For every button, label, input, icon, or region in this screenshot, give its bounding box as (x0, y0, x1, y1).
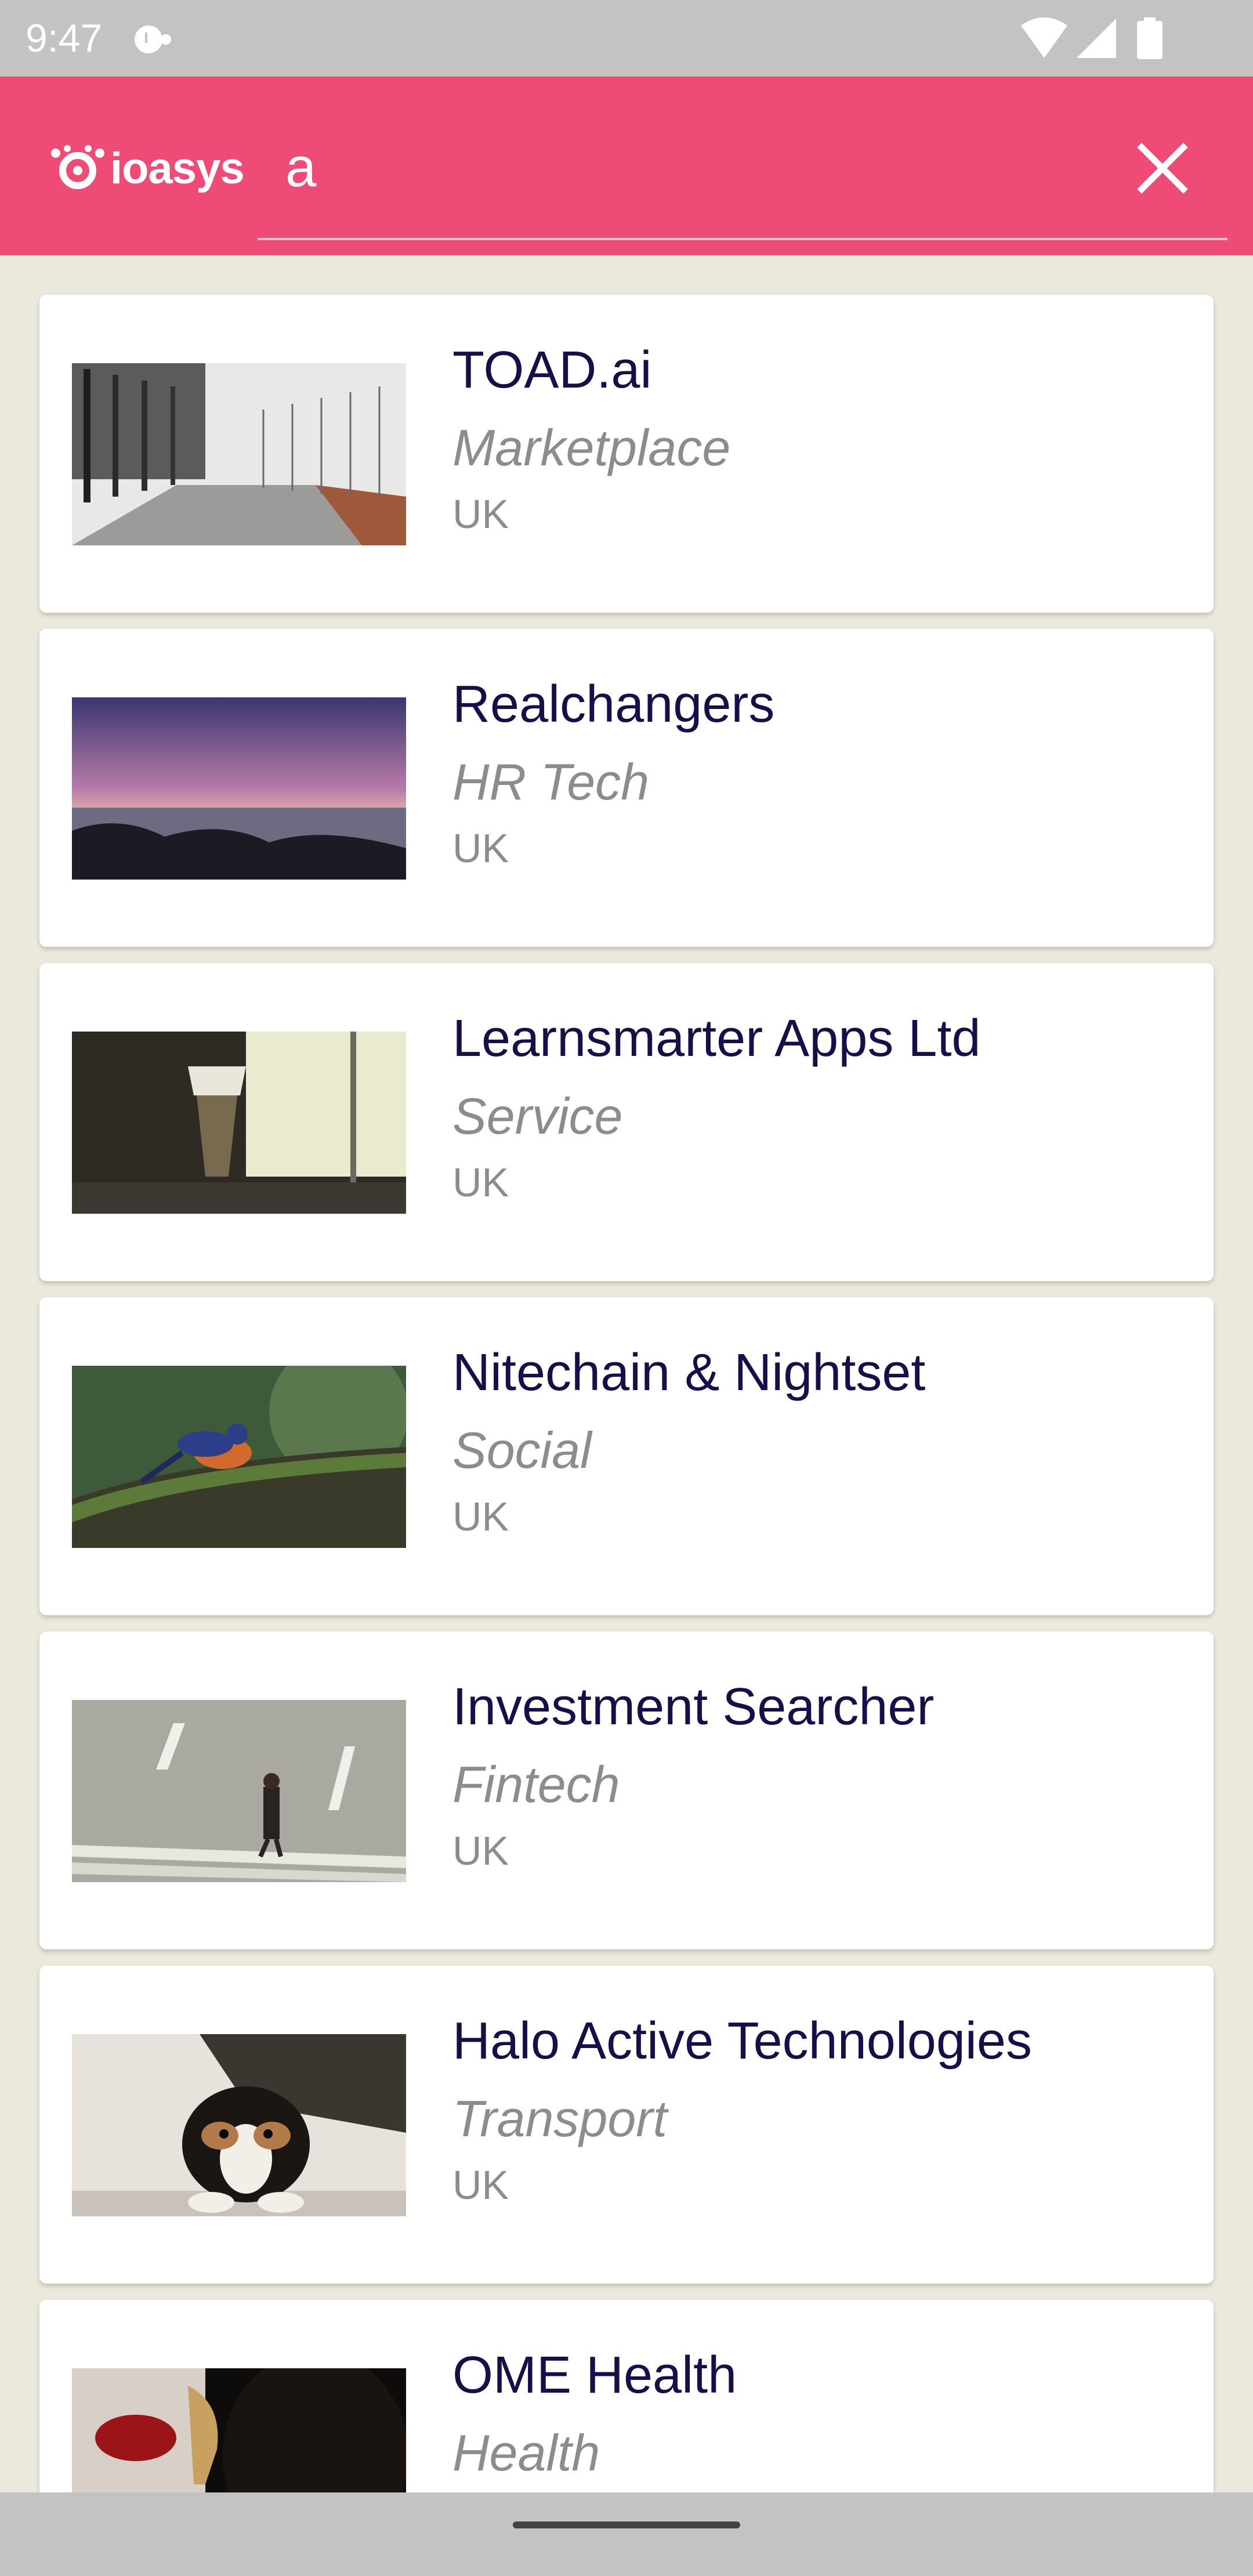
company-name: OME Health (452, 2346, 737, 2404)
company-country: UK (452, 1160, 509, 1205)
company-country: UK (452, 826, 509, 871)
battery-icon (1137, 17, 1163, 59)
company-card[interactable]: Learnsmarter Apps Ltd Service UK (39, 963, 1214, 1281)
company-thumbnail (72, 1366, 406, 1548)
company-thumbnail (72, 363, 406, 545)
company-country: UK (452, 491, 509, 537)
close-icon (1137, 143, 1188, 194)
company-type: Transport (452, 2090, 668, 2147)
company-country: UK (452, 1828, 509, 1873)
wifi-icon (1021, 17, 1067, 58)
company-list[interactable]: TOAD.ai Marketplace UK Realchangers HR T… (0, 255, 1253, 2492)
company-type: Health (452, 2424, 600, 2481)
company-card[interactable]: Nitechain & Nightset Social UK (39, 1297, 1214, 1615)
company-thumbnail (72, 697, 406, 880)
clear-search-button[interactable] (1128, 133, 1197, 203)
company-card[interactable]: Halo Active Technologies Transport UK (39, 1966, 1214, 2284)
company-type: Marketplace (452, 419, 731, 476)
company-card[interactable]: Investment Searcher Fintech UK (39, 1631, 1214, 1949)
search-input[interactable] (258, 124, 1070, 211)
ioasys-logo: ioasys (50, 142, 247, 200)
company-name: Realchangers (452, 675, 775, 733)
company-type: Social (452, 1421, 592, 1479)
company-thumbnail (72, 1700, 406, 1882)
company-country: UK (452, 1494, 509, 1539)
company-card[interactable]: Realchangers HR Tech UK (39, 629, 1214, 947)
company-card[interactable]: OME Health Health UK (39, 2300, 1214, 2492)
company-thumbnail (72, 2368, 406, 2492)
company-card[interactable]: TOAD.ai Marketplace UK (39, 295, 1214, 613)
company-type: Fintech (452, 1756, 620, 1813)
company-name: Learnsmarter Apps Ltd (452, 1010, 981, 1068)
home-gesture-handle[interactable] (513, 2521, 740, 2528)
navigation-bar (0, 2492, 1253, 2576)
company-thumbnail (72, 1032, 406, 1214)
ioasys-logo-icon (51, 145, 104, 189)
app-bar: ioasys (0, 77, 1253, 255)
brand-name: ioasys (110, 144, 245, 193)
status-time: 9:47 (26, 16, 103, 60)
cellular-signal-icon (1077, 19, 1116, 58)
company-name: Halo Active Technologies (452, 2012, 1032, 2070)
company-name: Nitechain & Nightset (452, 1344, 926, 1402)
status-bar: 9:47 (0, 0, 1253, 77)
company-country: UK (452, 2162, 509, 2208)
company-type: Service (452, 1087, 623, 1145)
company-type: HR Tech (452, 753, 650, 811)
notification-icon (135, 26, 171, 53)
company-name: Investment Searcher (452, 1678, 935, 1736)
search-underline (258, 238, 1227, 240)
company-thumbnail (72, 2034, 406, 2216)
company-name: TOAD.ai (452, 341, 652, 399)
